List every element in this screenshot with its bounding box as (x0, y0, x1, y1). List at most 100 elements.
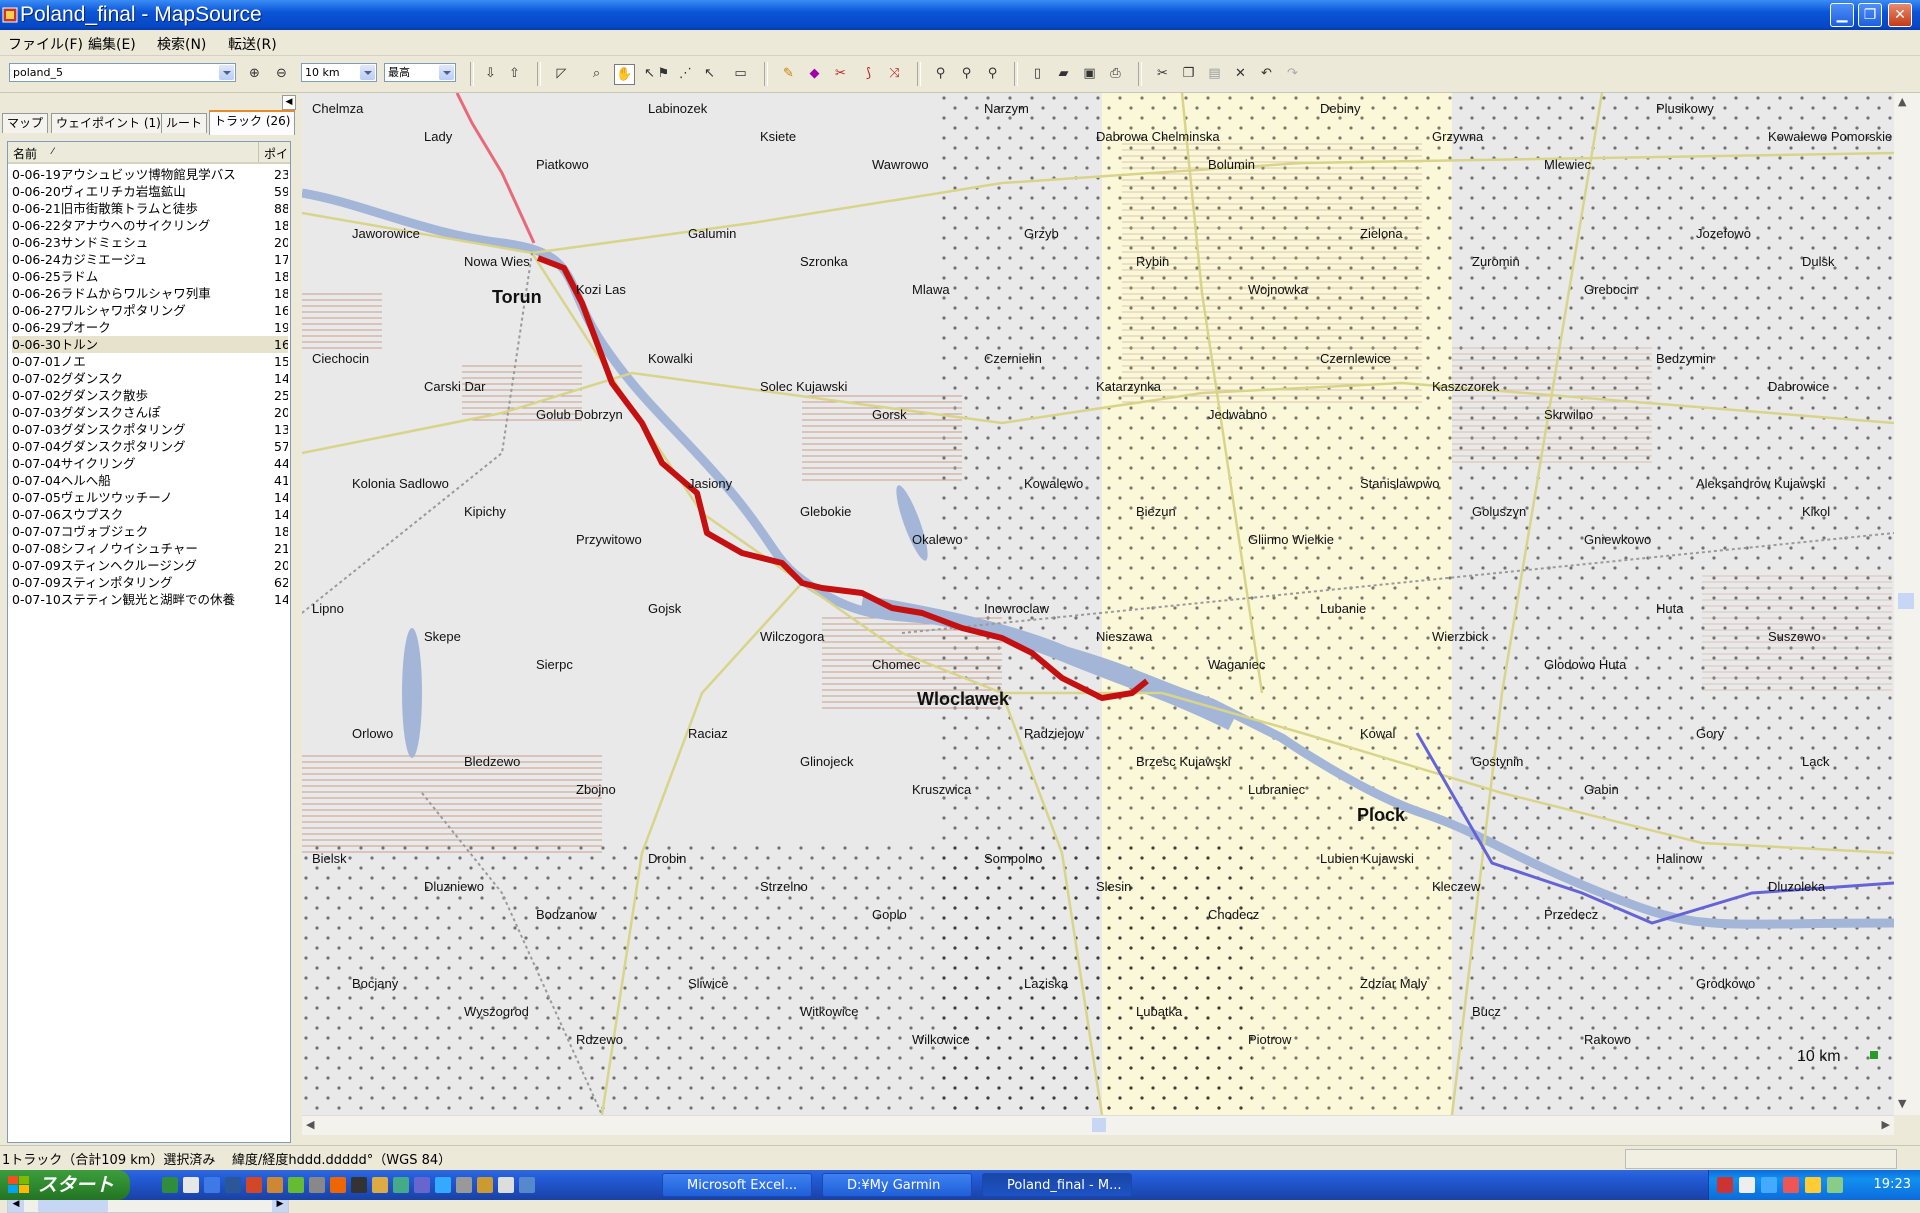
taskbar-item-mapsource[interactable]: Poland_final - M... (982, 1173, 1132, 1197)
undo-icon[interactable]: ↶ (1257, 64, 1276, 83)
list-item[interactable]: 0-06-27ワルシャワポタリング 16 (12, 302, 288, 319)
join-track-icon[interactable]: ⟆ (859, 64, 878, 83)
tray-icon[interactable] (1827, 1177, 1843, 1193)
firefox-quicklaunch-icon[interactable] (330, 1177, 346, 1193)
tray-icon[interactable] (1761, 1177, 1777, 1193)
ime-toolbar[interactable] (1625, 1149, 1897, 1169)
app-quicklaunch-icon[interactable] (498, 1177, 514, 1193)
map-canvas[interactable]: Torun Wloclawek Plock Chelmza Lady Piatkowo L… (302, 93, 1894, 1115)
list-item[interactable]: 0-06-25ラドム 18 (12, 268, 288, 285)
list-item[interactable]: 0-07-09スティンポタリング 62 (12, 574, 288, 591)
scroll-thumb[interactable] (1092, 1118, 1106, 1132)
list-item[interactable]: 0-07-10ステティン観光と湖畔での休養 14 (12, 591, 288, 608)
app-quicklaunch-icon[interactable] (477, 1177, 493, 1193)
list-item[interactable]: 0-07-01ノエ 15 (12, 353, 288, 370)
map-horizontal-scrollbar[interactable]: ◀ ▶ (302, 1115, 1894, 1135)
delete-icon[interactable]: ✕ (1231, 64, 1250, 83)
mapsource-app-icon[interactable] (2, 6, 18, 24)
list-item[interactable]: 0-06-21旧市街散策トラムと徒歩 88 (12, 200, 288, 217)
taskbar-item-excel[interactable]: Microsoft Excel... (662, 1173, 812, 1197)
detail-level-select[interactable]: 最高 (384, 63, 456, 82)
route-tool-icon[interactable]: ⋰ (676, 64, 695, 83)
find-nearby-icon[interactable]: ⚲ (957, 64, 976, 83)
list-item[interactable]: 0-07-05ヴェルツウッチーノ 14 (12, 489, 288, 506)
list-item[interactable]: 0-07-07コヴォブジェク 18 (12, 523, 288, 540)
scroll-right-icon[interactable]: ▶ (1882, 1118, 1890, 1131)
filter-track-icon[interactable]: ⤨ (885, 64, 904, 83)
restore-button[interactable]: ❐ (1858, 3, 1882, 27)
cut-icon[interactable]: ✂ (1153, 64, 1172, 83)
print-icon[interactable]: ⎙ (1106, 64, 1125, 83)
column-name[interactable]: 名前 (13, 145, 37, 162)
menu-transfer[interactable]: 転送(R) (228, 34, 277, 54)
list-item[interactable]: 0-07-02グダンスク散歩 25 (12, 387, 288, 404)
list-item[interactable]: 0-07-08シフィノウイシュチャー 21 (12, 540, 288, 557)
minimize-button[interactable]: ▁ (1830, 3, 1854, 27)
app-quicklaunch-icon[interactable] (267, 1177, 283, 1193)
find-places-icon[interactable]: ⚲ (983, 64, 1002, 83)
list-item[interactable]: 0-07-09スティンヘクルージング 20 (12, 557, 288, 574)
chevron-down-icon[interactable] (219, 65, 234, 80)
copy-icon[interactable]: ❐ (1179, 64, 1198, 83)
app-quicklaunch-icon[interactable] (393, 1177, 409, 1193)
taskbar-item-folder[interactable]: D:¥My Garmin (822, 1173, 972, 1197)
chevron-down-icon[interactable] (360, 65, 375, 80)
open-file-icon[interactable]: ▰ (1054, 64, 1073, 83)
list-item[interactable]: 0-07-03グダンスクポタリング 13 (12, 421, 288, 438)
tray-icon[interactable] (1739, 1177, 1755, 1193)
scroll-left-icon[interactable]: ◀ (306, 1118, 314, 1131)
app-quicklaunch-icon[interactable] (246, 1177, 262, 1193)
map-vertical-scrollbar[interactable]: ▲ ▼ (1894, 93, 1920, 1115)
select-tool-icon[interactable]: ◸ (552, 64, 571, 83)
zoom-tool-icon[interactable]: ⌕ (587, 64, 606, 83)
zoom-level-select[interactable]: 10 km (301, 63, 377, 82)
save-icon[interactable]: ▣ (1080, 64, 1099, 83)
list-item[interactable]: 0-06-26ラドムからワルシャワ列車 18 (12, 285, 288, 302)
zoom-out-icon[interactable]: ⊖ (272, 64, 291, 83)
scroll-down-icon[interactable]: ▼ (1898, 1097, 1906, 1110)
tray-icon[interactable] (1805, 1177, 1821, 1193)
hand-tool-icon[interactable]: ✋ (614, 64, 635, 85)
start-button[interactable]: スタート (0, 1170, 130, 1200)
list-item[interactable]: 0-07-03グダンスクさんぽ 20 (12, 404, 288, 421)
app-quicklaunch-icon[interactable] (435, 1177, 451, 1193)
ie-quicklaunch-icon[interactable] (204, 1177, 220, 1193)
list-item[interactable]: 0-07-04ヘルへ船 41 (12, 472, 288, 489)
select-point-icon[interactable]: ↖ (700, 64, 719, 83)
eraser-tool-icon[interactable]: ◆ (805, 64, 824, 83)
find-icon[interactable]: ⚲ (931, 64, 950, 83)
tab-waypoints[interactable]: ウェイポイント (1) (51, 113, 166, 133)
desktop-quicklaunch-icon[interactable] (183, 1177, 199, 1193)
list-item[interactable]: 0-06-30トルン 16 (12, 336, 288, 353)
list-item[interactable]: 0-07-04サイクリング 44 (12, 455, 288, 472)
tab-tracks[interactable]: トラック (26) (209, 110, 296, 135)
tab-routes[interactable]: ルート (161, 113, 208, 133)
list-item[interactable]: 0-07-06スウプスク 14 (12, 506, 288, 523)
menu-file[interactable]: ファイル(F) (8, 34, 83, 54)
map-product-select[interactable]: poland_5 (9, 63, 236, 82)
scroll-up-icon[interactable]: ▲ (1898, 95, 1906, 108)
close-button[interactable]: ✕ (1888, 3, 1912, 27)
menu-search[interactable]: 検索(N) (157, 34, 206, 54)
app-quicklaunch-icon[interactable] (519, 1177, 535, 1193)
measure-tool-icon[interactable]: ▭ (731, 64, 750, 83)
redo-icon[interactable]: ↷ (1283, 64, 1302, 83)
collapse-panel-icon[interactable]: ◀ (282, 95, 296, 110)
app-quicklaunch-icon[interactable] (309, 1177, 325, 1193)
zoom-in-icon[interactable]: ⊕ (245, 64, 264, 83)
map-view[interactable]: Torun Wloclawek Plock Chelmza Lady Piatkowo L… (302, 93, 1894, 1115)
app-quicklaunch-icon[interactable] (414, 1177, 430, 1193)
new-file-icon[interactable]: ▯ (1028, 64, 1047, 83)
app-quicklaunch-icon[interactable] (456, 1177, 472, 1193)
list-item[interactable]: 0-06-24カジミエージュ 17 (12, 251, 288, 268)
track-list[interactable]: 名前 ⁄ ポイ 0-06-19アウシュビッツ博物館見学バス230-06-20ヴィ… (7, 141, 291, 1143)
chevron-down-icon[interactable] (439, 65, 454, 80)
tray-icon[interactable] (1717, 1177, 1733, 1193)
scroll-thumb[interactable] (1898, 593, 1914, 609)
app-quicklaunch-icon[interactable] (351, 1177, 367, 1193)
waypoint-tool-icon[interactable]: ⚑ (654, 64, 673, 83)
send-to-device-icon[interactable]: ⇧ (505, 64, 524, 83)
list-item[interactable]: 0-06-29プオーク 19 (12, 319, 288, 336)
tab-maps[interactable]: マップ (2, 113, 49, 133)
app-quicklaunch-icon[interactable] (288, 1177, 304, 1193)
